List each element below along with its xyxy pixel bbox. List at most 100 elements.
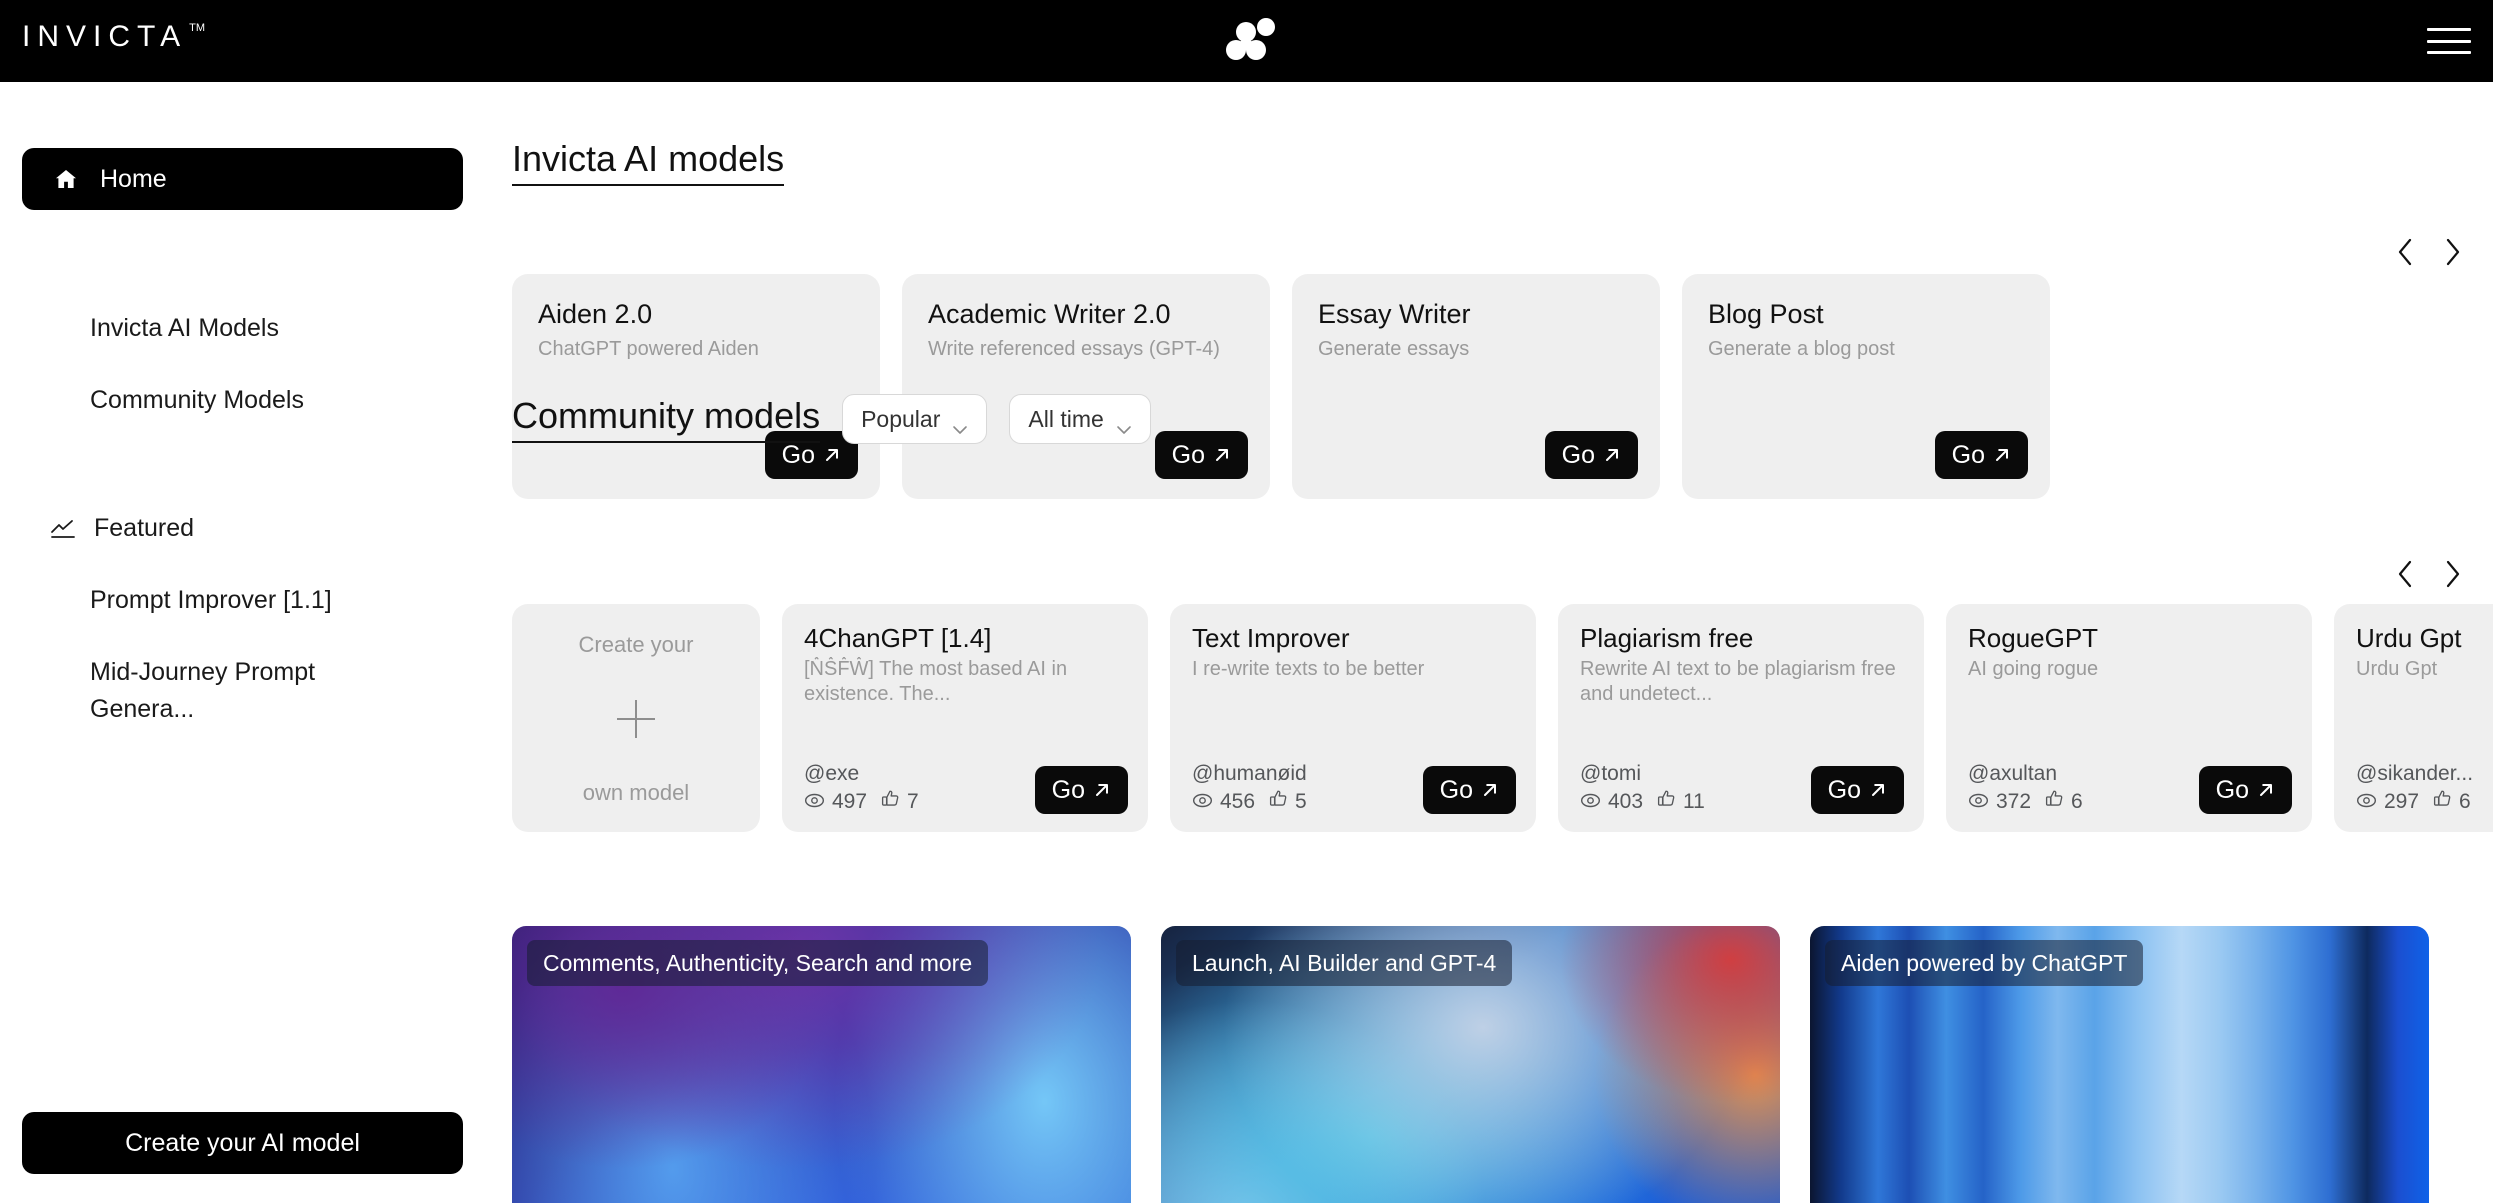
brand-logo[interactable]: INVICTA TM [22, 20, 205, 54]
sidebar-item-prompt-improver[interactable]: Prompt Improver [1.1] [90, 586, 332, 615]
community-model-meta: @tomi 403 11 [1580, 761, 1705, 814]
community-model-subtitle: I re-write texts to be better [1192, 658, 1425, 680]
go-button[interactable]: Go [1810, 766, 1904, 814]
news-banners-row: Comments, Authenticity, Search and more A… [512, 926, 2429, 1203]
ai-model-card-title: Essay Writer [1318, 299, 1471, 329]
sort-filter-dropdown[interactable]: Popular [842, 394, 988, 444]
community-model-card[interactable]: RogueGPT AI going rogue @axultan 372 6 Go [1946, 604, 2312, 832]
author-handle[interactable]: @axultan [1968, 761, 2083, 787]
go-button-label: Go [1439, 775, 1473, 804]
ai-model-card[interactable]: Aiden 2.0 ChatGPT powered Aiden Go [512, 274, 880, 499]
sidebar-section-featured[interactable]: Featured [50, 514, 194, 543]
thumbs-up-icon [2045, 789, 2064, 814]
ai-model-card[interactable]: Blog Post Generate a blog post Go [1682, 274, 2050, 499]
molecule-logo-icon[interactable] [1214, 12, 1278, 68]
news-banner-title: Aiden powered by ChatGPT [1825, 940, 2144, 986]
sidebar-section-label: Featured [94, 514, 195, 542]
ai-model-card-title: Academic Writer 2.0 [928, 299, 1171, 329]
chevron-right-icon[interactable] [2438, 232, 2468, 272]
likes-count: 7 [907, 789, 919, 813]
time-filter-dropdown[interactable]: All time [1009, 394, 1151, 444]
community-model-meta: @axultan 372 6 [1968, 761, 2083, 814]
sidebar-item-invicta-ai-models[interactable]: Invicta AI Models [90, 314, 279, 343]
community-model-title: Urdu Gpt [2356, 623, 2462, 653]
author-handle[interactable]: @sikander... [2356, 761, 2473, 787]
go-button[interactable]: Go [1422, 766, 1516, 814]
views-count: 403 [1608, 789, 1644, 813]
community-model-card[interactable]: Text Improver I re-write texts to be bett… [1170, 604, 1536, 832]
news-banner-title: Comments, Authenticity, Search and more [527, 940, 989, 986]
eye-icon [1192, 790, 1213, 814]
brand-wordmark: INVICTA [22, 20, 188, 53]
community-model-stats: 403 11 [1580, 789, 1705, 814]
community-model-subtitle: [N̽S̽F̽W̽] The most based AI in existenc… [804, 658, 1068, 705]
chevron-left-icon[interactable] [2390, 232, 2420, 272]
go-button-label: Go [1051, 775, 1085, 804]
views-stat: 297 [2356, 790, 2419, 814]
arrow-up-right-icon [1481, 781, 1499, 799]
arrow-up-right-icon [1603, 446, 1621, 464]
arrow-up-right-icon [823, 446, 841, 464]
arrow-up-right-icon [2257, 781, 2275, 799]
thumbs-up-icon [2433, 789, 2452, 814]
sort-filter-label: Popular [861, 405, 941, 432]
create-ai-model-button[interactable]: Create your AI model [22, 1112, 463, 1174]
eye-icon [1580, 790, 1601, 814]
community-model-title: Text Improver [1192, 623, 1350, 653]
go-button[interactable]: Go [1034, 766, 1128, 814]
go-button[interactable]: Go [2198, 766, 2292, 814]
ai-model-card-title: Blog Post [1708, 299, 1824, 329]
community-model-title: 4ChanGPT [1.4] [804, 623, 992, 653]
chevron-down-icon [1116, 414, 1132, 434]
views-count: 372 [1996, 789, 2032, 813]
likes-stat: 5 [1269, 789, 1307, 814]
likes-stat: 6 [2045, 789, 2083, 814]
news-banner-card[interactable]: Aiden powered by ChatGPTMar 14, 2023 [1810, 926, 2429, 1203]
author-handle[interactable]: @exe [804, 761, 919, 787]
ai-model-card-subtitle: ChatGPT powered Aiden [538, 338, 759, 360]
go-button[interactable]: Go [1154, 431, 1248, 479]
ai-model-card[interactable]: Essay Writer Generate essays Go [1292, 274, 1660, 499]
views-count: 456 [1220, 789, 1256, 813]
views-count: 297 [2384, 789, 2420, 813]
top-bar: INVICTA TM [0, 0, 2493, 82]
ai-model-card-subtitle: Generate a blog post [1708, 338, 1895, 360]
community-model-meta: @sikander... 297 6 [2356, 761, 2473, 814]
invicta-models-carousel-nav [2390, 232, 2468, 272]
sidebar-item-home[interactable]: Home [22, 148, 463, 210]
community-model-title: Plagiarism free [1580, 623, 1754, 653]
chevron-down-icon [952, 414, 968, 434]
news-banner-card[interactable]: Launch, AI Builder and GPT-4Apr 05, 2023 [1161, 926, 1780, 1203]
community-model-card[interactable]: Plagiarism free Rewrite AI text to be pla… [1558, 604, 1924, 832]
sidebar-item-mid-journey-prompt-generator[interactable]: Mid-Journey Prompt Genera... [90, 654, 390, 728]
thumbs-up-icon [881, 789, 900, 814]
author-handle[interactable]: @tomi [1580, 761, 1705, 787]
arrow-up-right-icon [1093, 781, 1111, 799]
views-count: 497 [832, 789, 868, 813]
create-own-model-card[interactable]: Create your own model [512, 604, 760, 832]
go-button[interactable]: Go [1934, 431, 2028, 479]
trending-up-icon [50, 519, 76, 539]
chevron-left-icon[interactable] [2390, 554, 2420, 594]
views-stat: 497 [804, 790, 867, 814]
menu-bar-2 [2427, 39, 2471, 43]
trademark-symbol: TM [189, 22, 206, 34]
thumbs-up-icon [1269, 789, 1288, 814]
arrow-up-right-icon [1869, 781, 1887, 799]
community-model-stats: 456 5 [1192, 789, 1307, 814]
invicta-models-title: Invicta AI models [512, 138, 785, 186]
views-stat: 456 [1192, 790, 1255, 814]
sidebar-item-community-models[interactable]: Community Models [90, 386, 304, 415]
community-model-subtitle: Rewrite AI text to be plagiarism free an… [1580, 658, 1896, 705]
main-content: Invicta AI models Aiden 2.0 ChatGPT power… [500, 82, 2493, 1203]
chevron-right-icon[interactable] [2438, 554, 2468, 594]
ai-model-card-subtitle: Generate essays [1318, 338, 1470, 360]
go-button[interactable]: Go [1544, 431, 1638, 479]
ai-model-card[interactable]: Academic Writer 2.0 Write referenced essa… [902, 274, 1270, 499]
views-stat: 372 [1968, 790, 2031, 814]
hamburger-menu-icon[interactable] [2427, 24, 2471, 58]
community-model-card[interactable]: 4ChanGPT [1.4] [N̽S̽F̽W̽] The most based … [782, 604, 1148, 832]
news-banner-card[interactable]: Comments, Authenticity, Search and moreA… [512, 926, 1131, 1203]
community-model-card[interactable]: Urdu GptUrdu Gpt@sikander...2976Go [2334, 604, 2493, 832]
author-handle[interactable]: @humanøid [1192, 761, 1307, 787]
